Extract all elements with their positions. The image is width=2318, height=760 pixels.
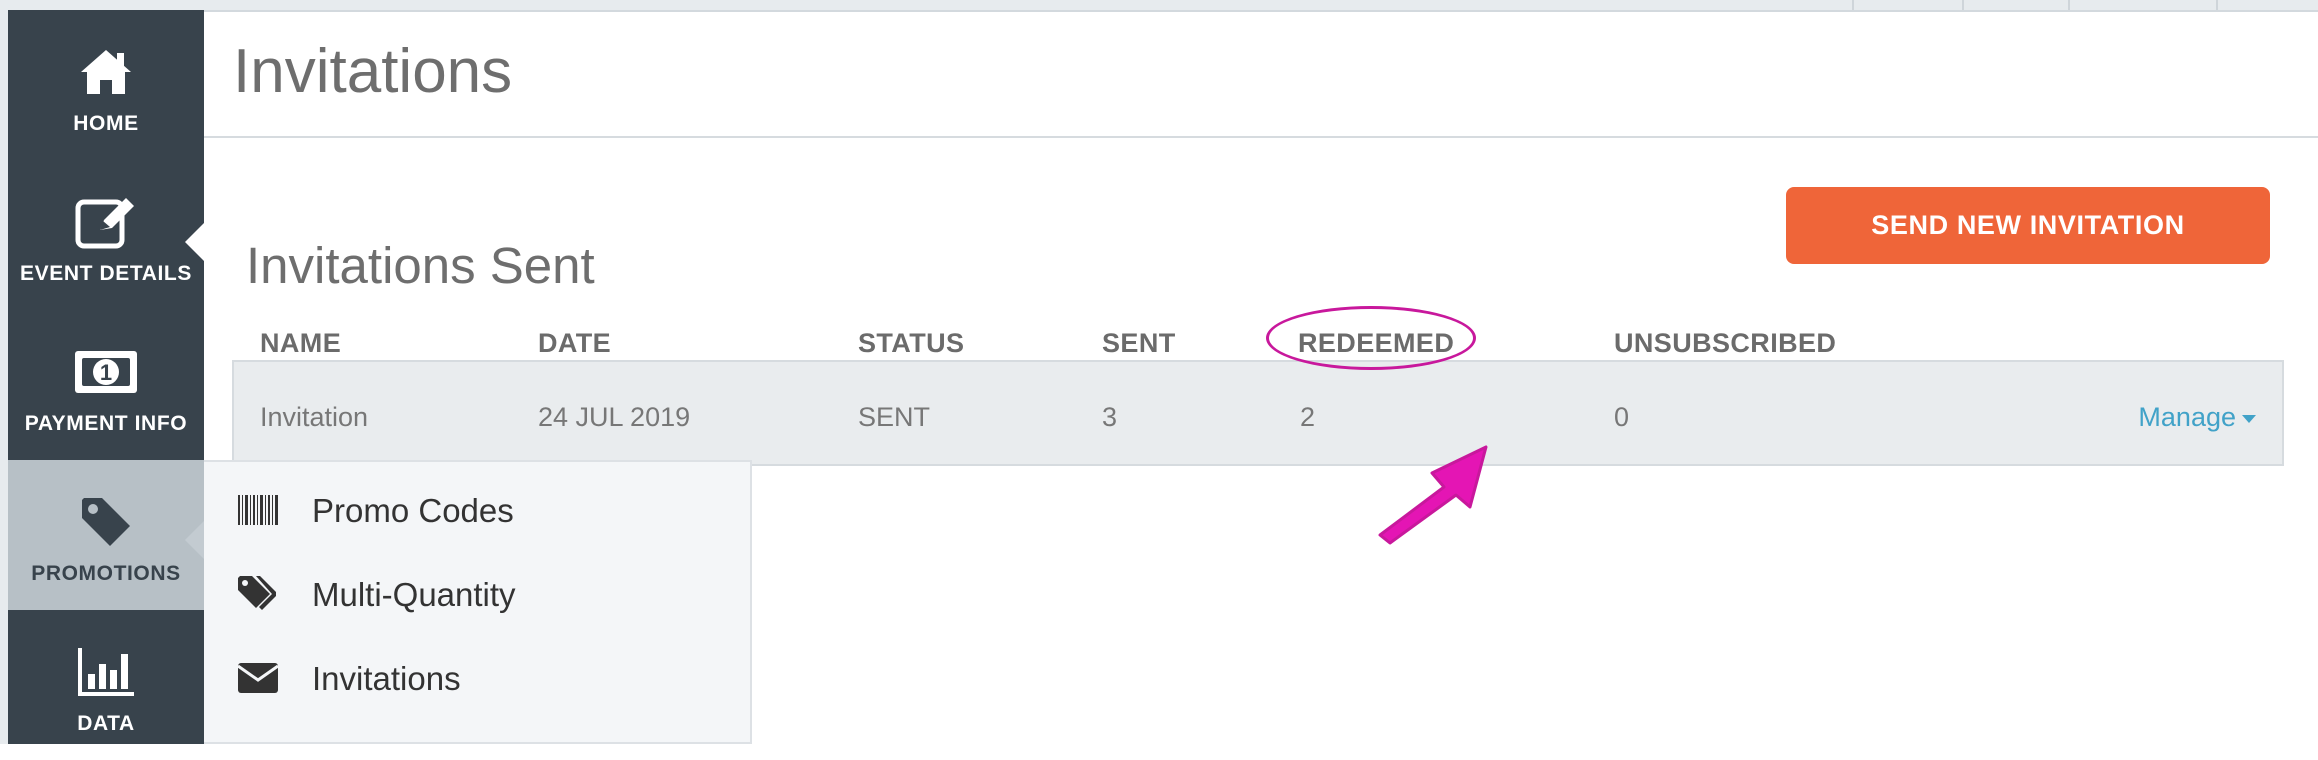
barcode-icon [236, 488, 280, 532]
cell-date: 24 JUL 2019 [538, 402, 691, 432]
highlight-ellipse [1266, 306, 1476, 370]
divider [204, 136, 2318, 138]
section-title: Invitations Sent [246, 237, 595, 294]
cell-name: Invitation [260, 402, 369, 432]
sidebar: HOME EVENT DETAILS 1 PAYMENT INFO PROMOT… [8, 10, 205, 744]
manage-label: Manage [2138, 402, 2236, 432]
sidebar-item-payment-info[interactable]: 1 PAYMENT INFO [8, 310, 204, 460]
active-notch [185, 520, 205, 560]
cell-status: SENT [858, 402, 931, 432]
cell-sent: 3 [1102, 402, 1118, 432]
submenu-item-label: Invitations [312, 660, 461, 697]
manage-dropdown[interactable]: Manage [2138, 402, 2256, 433]
active-notch [185, 222, 205, 262]
tags-icon [236, 572, 280, 616]
column-header-sent: SENT [1102, 328, 1176, 358]
sidebar-item-home[interactable]: HOME [8, 10, 204, 160]
sidebar-item-event-details[interactable]: EVENT DETAILS [8, 160, 205, 310]
submenu-item-label: Promo Codes [312, 492, 514, 529]
submenu-item-label: Multi-Quantity [312, 576, 516, 613]
cell-unsubscribed: 0 [1614, 402, 1630, 432]
sidebar-item-label: EVENT DETAILS [20, 262, 192, 285]
cell-redeemed: 2 [1300, 402, 1316, 432]
column-header-status: STATUS [858, 328, 965, 358]
submenu-item-promo-codes[interactable]: Promo Codes [204, 470, 750, 554]
sidebar-item-promotions[interactable]: PROMOTIONS [8, 460, 205, 610]
column-header-name: NAME [260, 328, 342, 358]
column-header-unsubscribed: UNSUBSCRIBED [1614, 328, 1837, 358]
sidebar-item-label: PAYMENT INFO [24, 412, 188, 435]
money-icon: 1 [8, 344, 204, 400]
page-title: Invitations [233, 37, 513, 106]
send-new-invitation-button[interactable]: SEND NEW INVITATION [1786, 187, 2270, 264]
sidebar-item-label: DATA [77, 712, 135, 735]
sidebar-item-label: PROMOTIONS [31, 562, 181, 585]
envelope-icon [236, 656, 280, 700]
submenu-item-invitations[interactable]: Invitations [204, 638, 750, 722]
promotions-submenu: Promo Codes Multi-Quantity Invitations [204, 460, 752, 744]
column-header-date: DATE [538, 328, 612, 358]
annotation-arrow-icon [1378, 445, 1488, 545]
sidebar-item-label: HOME [73, 112, 139, 135]
tag-icon [8, 494, 204, 550]
svg-text:1: 1 [100, 360, 112, 385]
sidebar-item-data[interactable]: DATA [8, 610, 204, 760]
window-border [0, 0, 8, 744]
submenu-item-multi-quantity[interactable]: Multi-Quantity [204, 554, 750, 638]
table-row: Invitation 24 JUL 2019 SENT 3 2 0 Manage [232, 360, 2284, 466]
bar-chart-icon [8, 644, 204, 700]
edit-icon [8, 194, 204, 250]
caret-down-icon [2242, 414, 2256, 423]
home-icon [8, 44, 204, 100]
